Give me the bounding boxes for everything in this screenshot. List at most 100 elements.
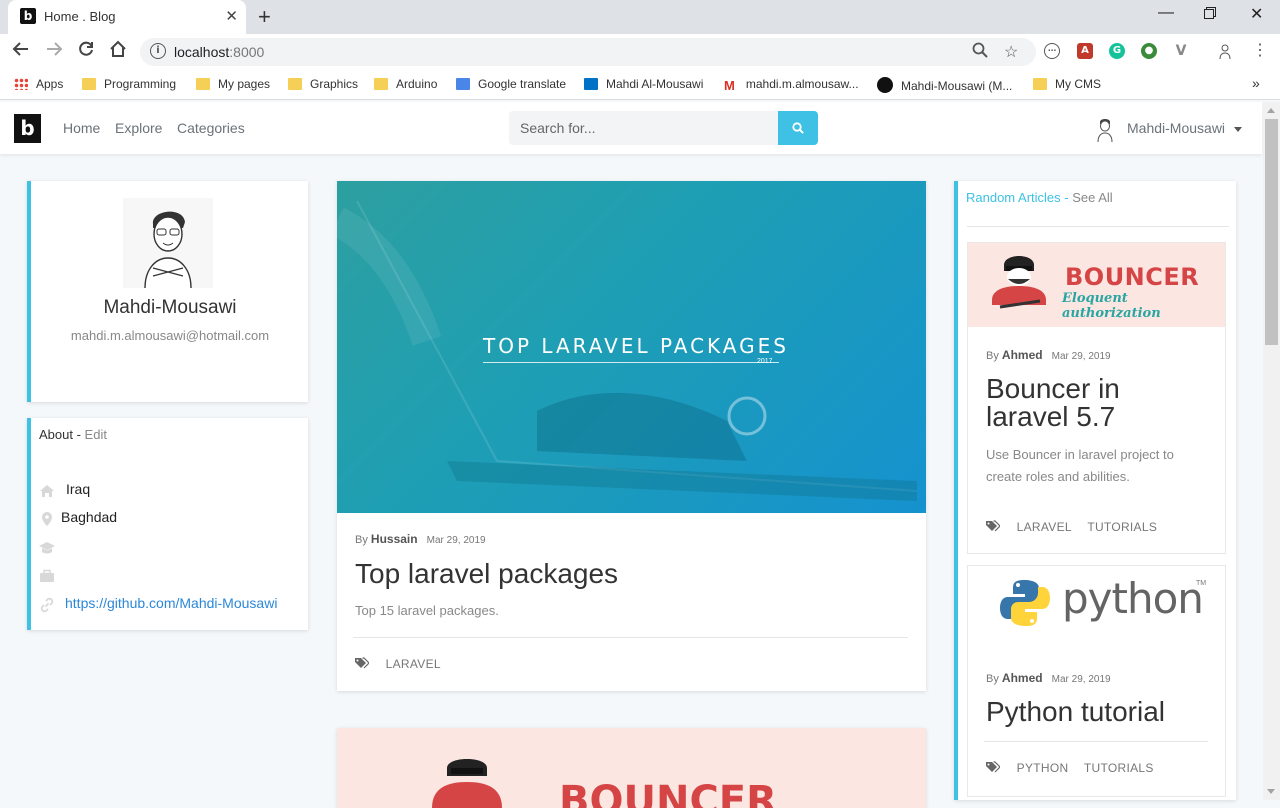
article-meta: By Ahmed Mar 29, 2019 (986, 348, 1111, 362)
home-icon[interactable] (109, 40, 127, 63)
address-url: localhost:8000 (174, 44, 265, 60)
close-tab-icon[interactable]: ✕ (225, 7, 238, 25)
nav-home[interactable]: Home (63, 120, 100, 136)
bouncer-mascot-icon (432, 759, 502, 808)
link-icon (40, 597, 54, 613)
restore-icon[interactable] (1204, 6, 1216, 24)
search-button[interactable] (778, 111, 818, 145)
bookmark-my-cms[interactable]: My CMS (1033, 77, 1101, 91)
tag-laravel[interactable]: LARAVEL (1017, 520, 1072, 534)
user-menu-name[interactable]: Mahdi-Mousawi (1127, 120, 1225, 136)
article-author[interactable]: Ahmed (1002, 348, 1043, 362)
globe-extension-icon[interactable]: ● (1141, 43, 1157, 59)
more-bookmarks-icon[interactable]: » (1252, 75, 1260, 91)
about-card: About - Edit Iraq Baghdad https://github… (27, 418, 308, 630)
zoom-icon[interactable] (972, 42, 988, 63)
minimize-icon[interactable]: — (1158, 4, 1174, 22)
article-title[interactable]: Bouncer in laravel 5.7 (986, 375, 1120, 431)
article-tags: LARAVEL TUTORIALS (986, 520, 1169, 534)
vue-devtools-icon[interactable]: V (1173, 43, 1189, 59)
home-icon (40, 485, 54, 497)
pdf-extension-icon[interactable]: A (1077, 43, 1093, 59)
bookmark-graphics[interactable]: Graphics (288, 77, 358, 91)
scroll-down-icon[interactable] (1267, 789, 1275, 794)
article-hero-image[interactable]: TOP LARAVEL PACKAGES 2017 (337, 181, 926, 513)
folder-icon (374, 78, 388, 90)
forward-icon[interactable] (45, 40, 63, 63)
close-window-icon[interactable]: ✕ (1250, 4, 1263, 24)
article-date: Mar 29, 2019 (1051, 674, 1111, 685)
site-info-icon[interactable]: i (150, 43, 166, 59)
bookmark-apps[interactable]: Apps (14, 77, 63, 91)
bookmark-my-pages[interactable]: My pages (196, 77, 270, 91)
article-author[interactable]: Hussain (371, 532, 418, 546)
new-tab-icon[interactable]: + (258, 4, 271, 30)
briefcase-icon (40, 569, 54, 582)
user-avatar[interactable] (1096, 116, 1114, 142)
browser-tab[interactable]: b Home . Blog ✕ (8, 0, 246, 34)
article-title[interactable]: Top laravel packages (355, 558, 618, 590)
about-edit-link[interactable]: Edit (85, 427, 107, 442)
random-articles-divider (967, 226, 1229, 227)
profile-icon[interactable] (1217, 43, 1233, 60)
bookmarks-bar: Apps Programming My pages Graphics Ardui… (0, 70, 1280, 100)
bookmark-programming[interactable]: Programming (82, 77, 176, 91)
article-title[interactable]: Python tutorial (986, 696, 1165, 728)
bookmark-github[interactable]: Mahdi-Mousawi (M... (877, 77, 1012, 93)
grammarly-icon[interactable]: G (1109, 43, 1125, 59)
search-input[interactable] (509, 111, 778, 145)
nav-explore[interactable]: Explore (115, 120, 162, 136)
tag-tutorials[interactable]: TUTORIALS (1084, 761, 1154, 775)
chevron-down-icon[interactable] (1234, 127, 1242, 132)
site-favicon-icon: b (20, 8, 36, 24)
scroll-up-icon[interactable] (1267, 108, 1275, 113)
website-link[interactable]: https://github.com/Mahdi-Mousawi (65, 595, 277, 611)
bookmark-star-icon[interactable]: ☆ (1004, 42, 1018, 62)
nav-categories[interactable]: Categories (177, 120, 245, 136)
search-icon (792, 122, 804, 134)
article-card[interactable]: TOP LARAVEL PACKAGES 2017 By Hussain Mar… (337, 181, 926, 691)
bouncer-mascot-icon (992, 256, 1046, 309)
map-marker-icon (42, 512, 52, 526)
gmail-icon: M (724, 78, 735, 93)
bookmark-arduino[interactable]: Arduino (374, 77, 437, 91)
extension-icon[interactable]: ⋯ (1044, 43, 1060, 59)
article-meta: By Ahmed Mar 29, 2019 (986, 671, 1111, 685)
apps-grid-icon (14, 78, 28, 90)
bookmark-google-translate[interactable]: Google translate (456, 77, 566, 91)
reload-icon[interactable] (77, 40, 95, 63)
python-trademark: TM (1196, 580, 1207, 587)
bookmark-outlook[interactable]: Mahdi Al-Mousawi (584, 77, 703, 91)
bouncer-banner-subtitle: Eloquent authorization (1062, 291, 1161, 321)
tag-tutorials[interactable]: TUTORIALS (1087, 520, 1157, 534)
random-articles-card: Random Articles - See All BOUNCER Eloque… (954, 181, 1236, 800)
browser-tabstrip: b Home . Blog ✕ + — ✕ (0, 0, 1280, 34)
bookmark-gmail[interactable]: Mmahdi.m.almousaw... (724, 77, 859, 93)
python-banner-image: python TM (968, 566, 1225, 648)
address-bar[interactable]: i localhost:8000 ☆ (140, 38, 1036, 66)
page-scrollbar[interactable] (1263, 102, 1280, 800)
article-meta: By Hussain Mar 29, 2019 (355, 532, 486, 546)
folder-icon (1033, 78, 1047, 90)
random-article-python[interactable]: python TM By Ahmed Mar 29, 2019 Python t… (967, 565, 1226, 797)
tab-title: Home . Blog (44, 9, 116, 24)
bouncer-banner-word: BOUNCER (1065, 263, 1200, 291)
github-icon (877, 77, 893, 93)
profile-email: mahdi.m.almousawi@hotmail.com (70, 328, 270, 343)
second-article-card[interactable]: BOUNCER (337, 728, 926, 808)
menu-kebab-icon[interactable]: ⋮ (1252, 40, 1268, 60)
site-search (509, 111, 818, 145)
tags-icon (986, 520, 1000, 532)
second-article-banner-word: BOUNCER (559, 778, 777, 808)
tag-python[interactable]: PYTHON (1017, 761, 1069, 775)
back-icon[interactable] (12, 40, 30, 63)
site-logo[interactable]: b (14, 114, 41, 143)
article-author[interactable]: Ahmed (1002, 671, 1043, 685)
graduation-cap-icon (39, 542, 55, 554)
scroll-thumb[interactable] (1265, 119, 1278, 345)
tag-laravel[interactable]: LARAVEL (386, 657, 441, 671)
python-banner-word: python (1062, 574, 1204, 623)
article-tags: LARAVEL (355, 657, 453, 671)
random-article-bouncer[interactable]: BOUNCER Eloquent authorization By Ahmed … (967, 242, 1226, 554)
see-all-link[interactable]: See All (1072, 190, 1112, 205)
